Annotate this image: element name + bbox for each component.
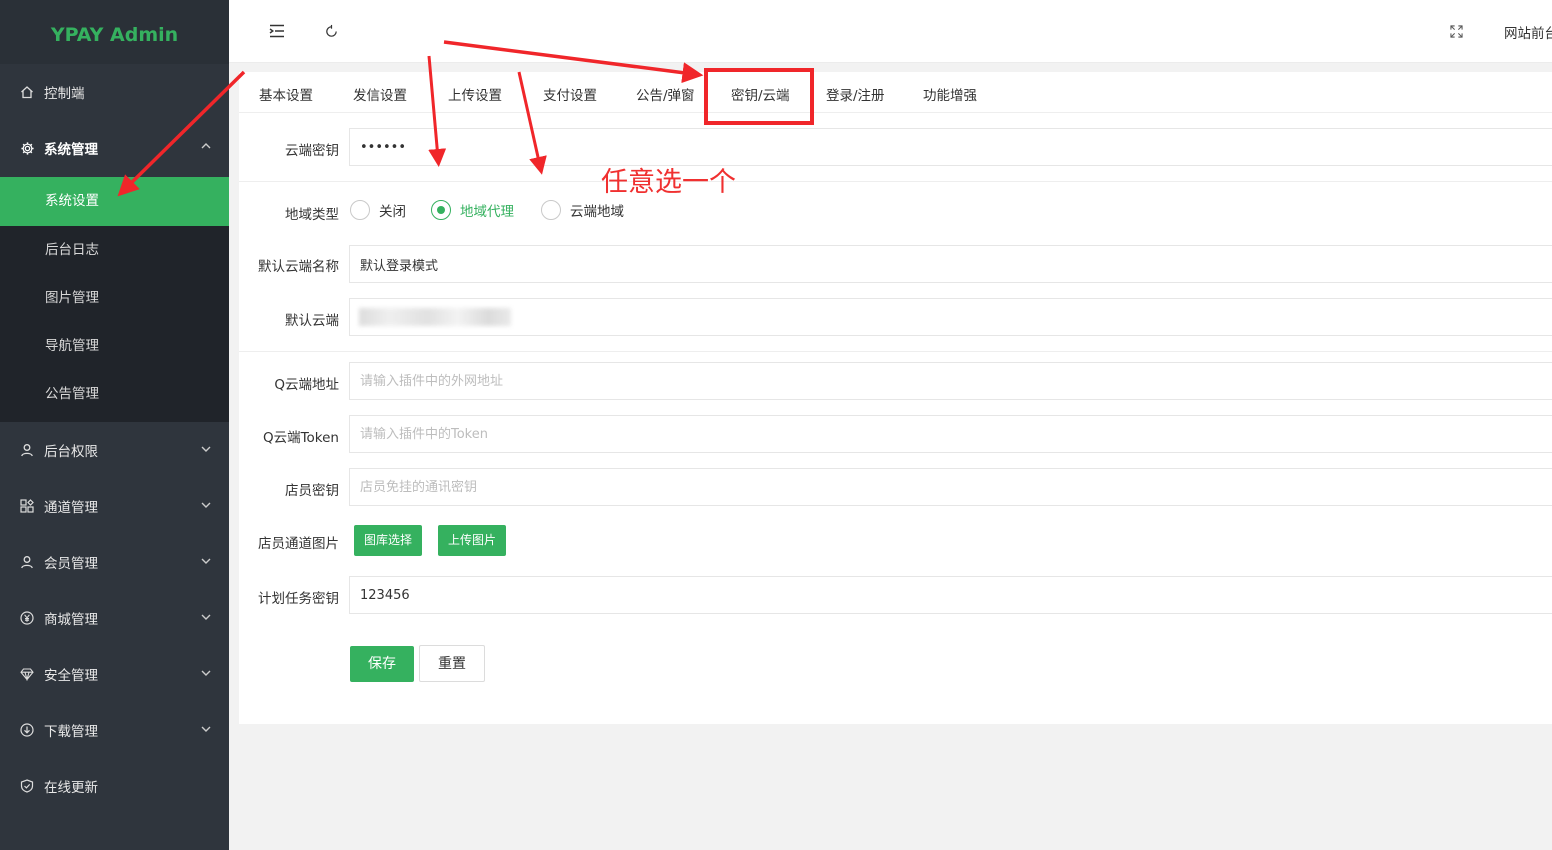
user-icon bbox=[18, 553, 36, 571]
top-header: 网站前台 bbox=[229, 0, 1552, 63]
q-cloud-address-input[interactable] bbox=[349, 362, 1552, 400]
chevron-down-icon bbox=[199, 610, 213, 624]
save-button[interactable]: 保存 bbox=[350, 646, 414, 682]
default-cloud-name-label: 默认云端名称 bbox=[258, 259, 339, 275]
refresh-icon[interactable] bbox=[320, 20, 342, 42]
sidebar-item-shop-manage[interactable]: 商城管理 bbox=[0, 590, 229, 646]
radio-region-proxy[interactable]: 地域代理 bbox=[431, 200, 514, 220]
chevron-down-icon bbox=[199, 722, 213, 736]
sidebar-subitem-system-settings[interactable]: 系统设置 bbox=[0, 177, 229, 226]
q-cloud-token-label: Q云端Token bbox=[262, 430, 339, 446]
default-cloud-input[interactable] bbox=[349, 298, 1552, 336]
frontend-link[interactable]: 网站前台 bbox=[1504, 22, 1552, 42]
divider bbox=[239, 181, 1552, 182]
radio-cloud-region[interactable]: 云端地域 bbox=[541, 200, 624, 220]
cron-key-input[interactable] bbox=[349, 576, 1552, 614]
download-icon bbox=[18, 721, 36, 739]
gallery-select-button[interactable]: 图库选择 bbox=[354, 525, 423, 556]
sidebar-item-download-manage[interactable]: 下载管理 bbox=[0, 702, 229, 758]
cloud-key-input[interactable] bbox=[349, 128, 1552, 166]
sidebar-item-admin-permissions[interactable]: 后台权限 bbox=[0, 422, 229, 478]
sidebar: YPAY Admin 控制端 系统管理 系统设置 后台日志 图片管理 导航管理 … bbox=[0, 0, 229, 850]
app-logo: YPAY Admin bbox=[0, 0, 229, 64]
sidebar-item-label: 系统管理 bbox=[44, 142, 98, 158]
radio-label: 关闭 bbox=[379, 204, 406, 220]
divider bbox=[239, 351, 1552, 352]
sidebar-subitem-admin-logs[interactable]: 后台日志 bbox=[0, 226, 229, 274]
sidebar-item-system[interactable]: 系统管理 bbox=[0, 119, 229, 177]
tab-payment-settings[interactable]: 支付设置 bbox=[543, 84, 597, 104]
cron-key-label: 计划任务密钥 bbox=[258, 591, 339, 607]
tab-mail-settings[interactable]: 发信设置 bbox=[353, 84, 407, 104]
collapse-menu-icon[interactable] bbox=[266, 20, 288, 42]
user-icon bbox=[18, 441, 36, 459]
blurred-value bbox=[359, 308, 511, 326]
radio-label: 云端地域 bbox=[570, 204, 624, 220]
sidebar-item-label: 安全管理 bbox=[44, 668, 98, 684]
chevron-down-icon bbox=[199, 498, 213, 512]
clerk-key-label: 店员密钥 bbox=[285, 483, 339, 499]
sidebar-item-label: 下载管理 bbox=[44, 724, 98, 740]
cloud-key-label: 云端密钥 bbox=[285, 143, 339, 159]
sidebar-item-label: 控制端 bbox=[44, 85, 85, 102]
clerk-key-input[interactable] bbox=[349, 468, 1552, 506]
q-cloud-token-input[interactable] bbox=[349, 415, 1552, 453]
default-cloud-label: 默认云端 bbox=[285, 313, 339, 329]
yen-icon bbox=[18, 609, 36, 627]
q-cloud-address-label: Q云端地址 bbox=[274, 377, 339, 393]
annotation-text: 任意选一个 bbox=[601, 167, 736, 198]
tab-notice-popup[interactable]: 公告/弹窗 bbox=[636, 84, 695, 104]
tab-feature-enhance[interactable]: 功能增强 bbox=[923, 84, 977, 104]
sidebar-item-label: 商城管理 bbox=[44, 612, 98, 628]
chevron-down-icon bbox=[199, 442, 213, 456]
tab-login-register[interactable]: 登录/注册 bbox=[826, 84, 885, 104]
chevron-down-icon bbox=[199, 666, 213, 680]
radio-circle bbox=[350, 200, 370, 220]
clerk-channel-image-label: 店员通道图片 bbox=[258, 536, 339, 552]
fullscreen-icon[interactable] bbox=[1445, 20, 1467, 42]
radio-circle bbox=[431, 200, 451, 220]
sidebar-item-label: 后台权限 bbox=[44, 444, 98, 460]
gear-icon bbox=[18, 139, 36, 157]
radio-circle bbox=[541, 200, 561, 220]
sidebar-item-security-manage[interactable]: 安全管理 bbox=[0, 646, 229, 702]
sidebar-item-channel-manage[interactable]: 通道管理 bbox=[0, 478, 229, 534]
system-submenu: 系统设置 后台日志 图片管理 导航管理 公告管理 bbox=[0, 177, 229, 422]
sidebar-item-label: 在线更新 bbox=[44, 780, 98, 796]
upload-image-button[interactable]: 上传图片 bbox=[438, 525, 507, 556]
sidebar-item-console[interactable]: 控制端 bbox=[0, 64, 229, 119]
shield-check-icon bbox=[18, 777, 36, 795]
reset-button[interactable]: 重置 bbox=[419, 645, 485, 682]
region-type-label: 地域类型 bbox=[285, 207, 339, 223]
diamond-icon bbox=[18, 665, 36, 683]
tab-basic-settings[interactable]: 基本设置 bbox=[259, 84, 313, 104]
sidebar-item-label: 会员管理 bbox=[44, 556, 98, 572]
chevron-up-icon bbox=[199, 139, 213, 153]
apps-icon bbox=[18, 497, 36, 515]
tab-upload-settings[interactable]: 上传设置 bbox=[448, 84, 502, 104]
default-cloud-name-input[interactable] bbox=[349, 245, 1552, 283]
highlight-box bbox=[704, 68, 814, 125]
chevron-down-icon bbox=[199, 554, 213, 568]
settings-card: 基本设置 发信设置 上传设置 支付设置 公告/弹窗 密钥/云端 登录/注册 功能… bbox=[239, 72, 1552, 724]
settings-tabs: 基本设置 发信设置 上传设置 支付设置 公告/弹窗 密钥/云端 登录/注册 功能… bbox=[239, 72, 1552, 113]
radio-off[interactable]: 关闭 bbox=[350, 200, 406, 220]
sidebar-subitem-image-manage[interactable]: 图片管理 bbox=[0, 274, 229, 322]
sidebar-subitem-nav-manage[interactable]: 导航管理 bbox=[0, 322, 229, 370]
sidebar-item-online-update[interactable]: 在线更新 bbox=[0, 758, 229, 814]
radio-label: 地域代理 bbox=[460, 204, 514, 220]
sidebar-item-label: 通道管理 bbox=[44, 500, 98, 516]
sidebar-item-member-manage[interactable]: 会员管理 bbox=[0, 534, 229, 590]
sidebar-subitem-notice-manage[interactable]: 公告管理 bbox=[0, 370, 229, 422]
home-icon bbox=[18, 83, 36, 101]
